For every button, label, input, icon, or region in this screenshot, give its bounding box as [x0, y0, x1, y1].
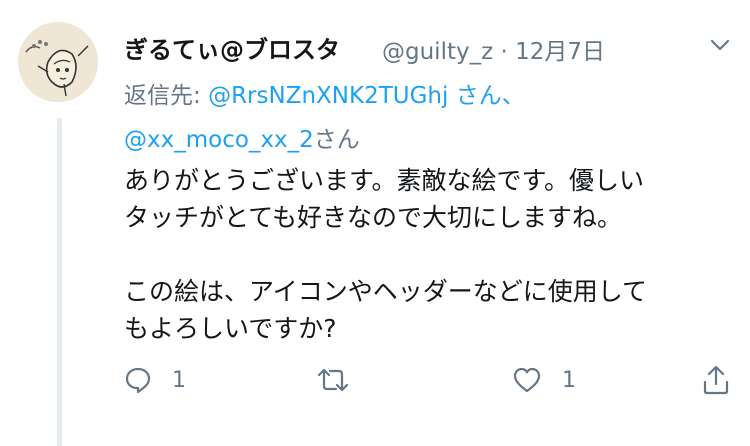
reply-count: 1: [172, 367, 186, 393]
mention-suffix: さん、: [455, 83, 525, 109]
avatar[interactable]: [18, 22, 98, 102]
mention-link[interactable]: @xx_moco_xx_2: [124, 127, 314, 153]
tweet-text-line: もよろしいですか?: [124, 314, 337, 343]
reply-button[interactable]: 1: [124, 362, 186, 398]
heart-icon: [512, 366, 542, 394]
meta-separator: ·: [500, 39, 508, 65]
tweet-text-line: タッチがとても好きなので大切にしますね。: [124, 203, 623, 232]
author-name[interactable]: ぎるてぃ@ブロスタ: [124, 30, 340, 65]
tweet-paragraph: この絵は、アイコンやヘッダーなどに使用して もよろしいですか?: [124, 273, 724, 347]
tweet-body: ありがとうございます。素敵な絵です。優しい タッチがとても好きなので大切にします…: [124, 162, 724, 347]
mention-link[interactable]: @RrsNZnXNK2TUGhj: [208, 83, 448, 109]
replying-to-label: 返信先:: [124, 83, 201, 109]
chevron-down-icon[interactable]: [710, 38, 730, 52]
tweet-header: ぎるてぃ@ブロスタ @guilty_z · 12月7日: [124, 26, 730, 66]
author-meta: @guilty_z · 12月7日: [382, 32, 605, 66]
tweet-actions: 1 1: [124, 362, 730, 398]
thread-line: [57, 118, 62, 446]
share-button[interactable]: [702, 362, 730, 398]
replying-to: 返信先: @RrsNZnXNK2TUGhj さん、 @xx_moco_xx_2さ…: [124, 74, 724, 162]
tweet-date[interactable]: 12月7日: [515, 39, 605, 65]
retweet-button[interactable]: [317, 362, 369, 398]
retweet-icon: [317, 366, 349, 394]
tweet-text-line: ありがとうございます。素敵な絵です。優しい: [124, 166, 645, 195]
like-button[interactable]: 1: [512, 362, 576, 398]
share-icon: [702, 365, 730, 395]
tweet-paragraph: ありがとうございます。素敵な絵です。優しい タッチがとても好きなので大切にします…: [124, 162, 724, 236]
author-handle[interactable]: @guilty_z: [382, 39, 493, 65]
avatar-illustration: [18, 22, 98, 102]
like-count: 1: [562, 367, 576, 393]
mention-suffix: さん: [313, 127, 360, 153]
tweet-text-line: この絵は、アイコンやヘッダーなどに使用して: [124, 277, 648, 306]
reply-icon: [124, 366, 152, 394]
